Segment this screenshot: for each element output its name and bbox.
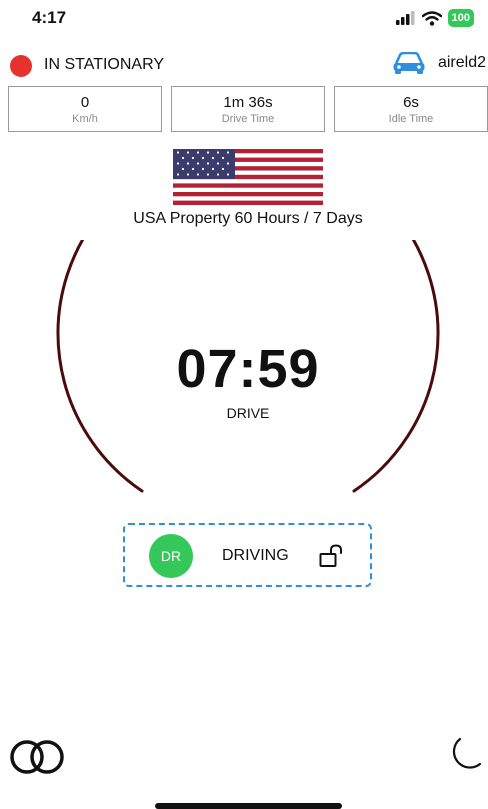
wifi-icon — [421, 10, 442, 26]
battery-icon: 100 — [447, 9, 474, 27]
car-icon — [393, 52, 425, 74]
status-time: 4:17 — [32, 8, 67, 27]
status-icons: 100 — [395, 8, 474, 28]
duty-status-selector[interactable]: DR DRIVING — [123, 523, 372, 587]
vehicle-selector[interactable]: aireld2 — [392, 52, 486, 74]
device-name: aireld2 — [437, 54, 486, 71]
speed-stat: 0 Km/h — [8, 86, 162, 132]
speed-label: Km/h — [72, 113, 98, 125]
drive-time-label: Drive Time — [221, 113, 275, 125]
status-indicator-dot — [10, 55, 32, 77]
status-bar: 4:17 100 — [0, 0, 488, 40]
drive-time-stat: 1m 36s Drive Time — [171, 86, 325, 132]
unlock-icon[interactable] — [319, 544, 345, 568]
idle-time-value: 6s — [403, 94, 419, 111]
vehicle-status-label: IN STATIONARY — [44, 56, 165, 73]
state-row: IN STATIONARY aireld2 — [0, 50, 488, 80]
idle-time-label: Idle Time — [388, 113, 434, 125]
idle-time-stat: 6s Idle Time — [334, 86, 488, 132]
duty-status-badge: DR — [149, 534, 193, 578]
drive-time-value: 1m 36s — [223, 94, 273, 111]
speed-value: 0 — [80, 94, 90, 111]
remaining-time: 07:59 — [176, 339, 320, 399]
moon-icon[interactable] — [444, 736, 482, 774]
trip-stats: 0 Km/h 1m 36s Drive Time 6s Idle Time — [8, 86, 488, 134]
cellular-signal-icon — [395, 11, 415, 25]
hos-rule-label: USA Property 60 Hours / 7 Days — [133, 210, 363, 227]
remaining-time-label: DRIVE — [226, 405, 270, 421]
home-indicator — [155, 803, 342, 809]
overlapping-circles-icon[interactable] — [8, 738, 70, 776]
duty-status-label: DRIVING — [222, 547, 289, 564]
us-flag-icon — [173, 149, 323, 205]
